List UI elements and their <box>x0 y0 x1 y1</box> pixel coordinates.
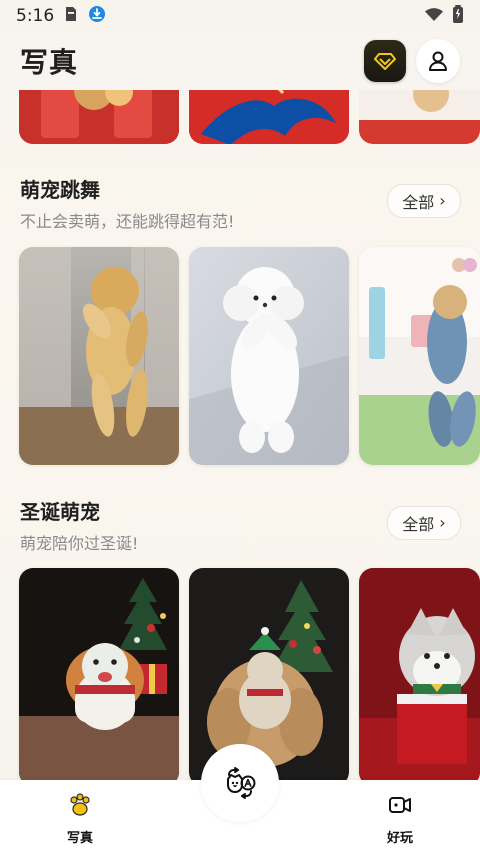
all-button-label: 全部 <box>402 515 435 534</box>
status-time: 5:16 <box>16 6 55 26</box>
top-strip-card-1[interactable] <box>19 90 179 144</box>
christmas-card-3[interactable] <box>359 568 480 780</box>
vip-icon <box>374 53 396 70</box>
section-dancing-pets: 萌宠跳舞 不止会卖萌，还能跳得超有范! 全部 › <box>0 174 480 474</box>
section-title: 圣诞萌宠 <box>20 500 100 524</box>
pet-dance-card-1[interactable] <box>19 247 179 465</box>
christmas-card-2[interactable] <box>189 568 349 780</box>
status-right <box>424 4 464 28</box>
all-button-label: 全部 <box>402 193 435 212</box>
pet-dance-card-3[interactable] <box>359 247 480 465</box>
chevron-right-icon: › <box>439 191 446 210</box>
battery-icon <box>452 4 464 28</box>
nav-item-photos[interactable]: 写真 <box>40 792 120 846</box>
section-title: 萌宠跳舞 <box>20 178 100 202</box>
section-subtitle: 萌宠陪你过圣诞! <box>20 534 139 553</box>
section-subtitle: 不止会卖萌，还能跳得超有范! <box>20 212 235 231</box>
top-strip-card-3[interactable] <box>359 90 480 144</box>
paw-icon <box>67 793 93 822</box>
all-button[interactable]: 全部 › <box>387 184 461 218</box>
video-icon <box>387 797 413 822</box>
page-title: 写真 <box>20 46 79 79</box>
center-fab-button[interactable] <box>201 744 279 822</box>
main-content: 萌宠跳舞 不止会卖萌，还能跳得超有范! 全部 › 圣诞萌宠 萌宠陪你过圣诞! 全… <box>0 90 480 780</box>
pet-dance-card-2[interactable] <box>189 247 349 465</box>
sim-icon <box>64 5 78 28</box>
nav-label: 好玩 <box>386 831 413 846</box>
status-left: 5:16 <box>16 5 106 28</box>
wifi-icon <box>424 6 444 27</box>
status-bar: 5:16 <box>0 0 480 32</box>
all-button[interactable]: 全部 › <box>387 506 461 540</box>
top-strip <box>0 90 480 144</box>
nav-item-fun[interactable]: 好玩 <box>360 792 440 846</box>
christmas-card-1[interactable] <box>19 568 179 780</box>
pet-switch-icon <box>227 767 256 799</box>
profile-icon <box>429 51 447 71</box>
app-header: 写真 <box>0 32 480 90</box>
profile-button[interactable] <box>416 39 460 83</box>
header-actions <box>364 39 460 83</box>
vip-button[interactable] <box>364 40 406 82</box>
top-strip-card-2[interactable] <box>189 90 349 144</box>
nav-label: 写真 <box>66 831 93 846</box>
section-christmas-pets: 圣诞萌宠 萌宠陪你过圣诞! 全部 › <box>0 496 480 780</box>
download-icon <box>88 5 106 28</box>
chevron-right-icon: › <box>439 513 446 532</box>
